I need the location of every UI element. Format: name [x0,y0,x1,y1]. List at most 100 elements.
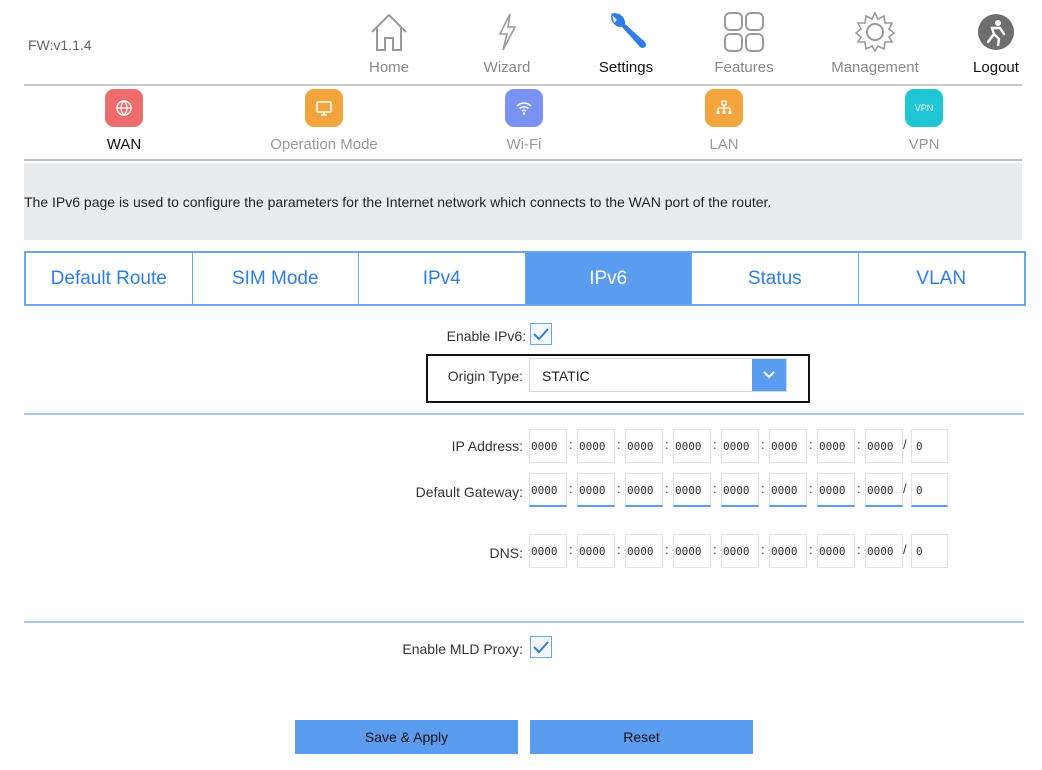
ip-address-seg-6[interactable]: 0000 [769,429,807,463]
ip-address-seg-2[interactable]: 0000 [577,429,615,463]
tab-ipv4[interactable]: IPv4 [359,253,526,304]
dns-seg-4[interactable]: 0000 [673,534,711,568]
ip-address-seg-4[interactable]: 0000 [673,429,711,463]
lan-icon [705,89,743,127]
save-apply-button[interactable]: Save & Apply [295,720,518,754]
section-divider [24,413,1024,415]
nav-home-label: Home [368,59,409,76]
ip-separator: : [713,437,717,452]
enable-mld-checkbox[interactable] [530,636,552,658]
subnav-lan[interactable]: LAN [659,89,789,153]
ip-separator: : [569,542,573,557]
gateway-seg-5[interactable]: 0000 [721,473,759,507]
gear-icon [825,8,925,56]
ip-prefix-separator: / [903,437,907,452]
ip-address-prefix[interactable]: 0 [911,429,948,463]
nav-management[interactable]: Management [825,8,925,76]
vpn-icon: VPN [905,89,943,127]
ip-address-seg-3[interactable]: 0000 [625,429,663,463]
ip-prefix-separator: / [903,481,907,496]
gateway-prefix[interactable]: 0 [911,473,948,507]
tab-ipv6[interactable]: IPv6 [525,253,692,304]
nav-home[interactable]: Home [339,8,439,76]
nav-logout[interactable]: Logout [946,8,1042,76]
dns-label: DNS: [489,545,523,561]
chevron-down-icon[interactable] [752,359,786,391]
ip-separator: : [713,481,717,496]
subnav-operation-mode[interactable]: Operation Mode [259,89,389,153]
dns-seg-7[interactable]: 0000 [817,534,855,568]
ip-separator: : [617,481,621,496]
ip-separator: : [857,542,861,557]
nav-wizard[interactable]: Wizard [457,8,557,76]
subnav-wifi[interactable]: Wi-Fi [459,89,589,153]
enable-ipv6-checkbox[interactable] [530,323,552,345]
ip-address-seg-7[interactable]: 0000 [817,429,855,463]
nav-wizard-label: Wizard [483,59,531,76]
enable-mld-label: Enable MLD Proxy: [402,641,523,657]
ip-prefix-separator: / [903,542,907,557]
origin-type-label: Origin Type: [447,368,523,384]
gateway-seg-8[interactable]: 0000 [865,473,903,507]
tab-vlan[interactable]: VLAN [859,253,1025,304]
nav-settings-label: Settings [598,59,654,76]
gateway-seg-3[interactable]: 0000 [625,473,663,507]
checkmark-icon [533,641,549,654]
ip-address-seg-8[interactable]: 0000 [865,429,903,463]
ip-separator: : [713,542,717,557]
tab-bar: Default Route SIM Mode IPv4 IPv6 Status … [24,251,1026,306]
top-nav: Home Wizard Settings Features Management… [0,0,1042,85]
globe-icon [105,89,143,127]
subnav-vpn[interactable]: VPN VPN [859,89,989,153]
info-text: The IPv6 page is used to configure the p… [24,194,772,210]
tab-default-route[interactable]: Default Route [26,253,193,304]
reset-button[interactable]: Reset [530,720,753,754]
dns-seg-2[interactable]: 0000 [577,534,615,568]
dns-seg-6[interactable]: 0000 [769,534,807,568]
gateway-seg-6[interactable]: 0000 [769,473,807,507]
gateway-seg-7[interactable]: 0000 [817,473,855,507]
subnav-wan[interactable]: WAN [59,89,189,153]
monitor-icon [305,89,343,127]
gateway-seg-4[interactable]: 0000 [673,473,711,507]
subnav-wan-label: WAN [106,136,142,153]
nav-management-label: Management [831,59,919,76]
subnav-divider [24,159,1022,161]
logout-icon [946,8,1042,56]
nav-features[interactable]: Features [694,8,794,76]
vpn-badge-text: VPN [914,103,934,113]
enable-ipv6-label: Enable IPv6: [446,328,526,344]
ip-separator: : [761,542,765,557]
subnav-lan-label: LAN [709,136,739,153]
section-divider [24,621,1024,623]
ip-address-seg-1[interactable]: 0000 [529,429,567,463]
grid-icon [694,8,794,56]
dns-seg-3[interactable]: 0000 [625,534,663,568]
nav-settings[interactable]: Settings [576,8,676,76]
dns-seg-1[interactable]: 0000 [529,534,567,568]
tab-status[interactable]: Status [692,253,859,304]
wizard-icon [457,8,557,56]
gateway-seg-1[interactable]: 0000 [529,473,567,507]
ip-separator: : [761,437,765,452]
default-gateway-label: Default Gateway: [415,484,523,500]
dns-seg-5[interactable]: 0000 [721,534,759,568]
nav-logout-label: Logout [973,59,1019,76]
dns-seg-8[interactable]: 0000 [865,534,903,568]
nav-features-label: Features [714,59,774,76]
dns-prefix[interactable]: 0 [911,534,948,568]
ip-separator: : [665,542,669,557]
ip-separator: : [809,481,813,496]
ip-address-seg-5[interactable]: 0000 [721,429,759,463]
gateway-seg-2[interactable]: 0000 [577,473,615,507]
ip-separator: : [761,481,765,496]
origin-type-select[interactable]: STATIC [529,358,787,392]
home-icon [339,8,439,56]
ip-address-label: IP Address: [451,438,523,454]
ip-separator: : [665,437,669,452]
origin-type-value: STATIC [542,368,590,384]
info-panel: The IPv6 page is used to configure the p… [24,163,1022,240]
tab-sim-mode[interactable]: SIM Mode [193,253,359,304]
checkmark-icon [533,328,549,341]
ip-separator: : [857,481,861,496]
